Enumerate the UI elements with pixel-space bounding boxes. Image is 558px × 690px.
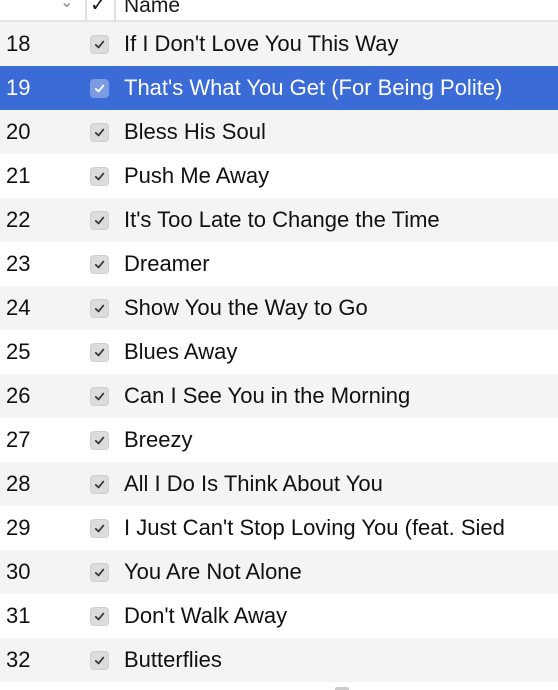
track-enabled-checkbox[interactable] [90, 343, 109, 362]
checkmark-icon [94, 568, 105, 577]
track-enabled-checkbox[interactable] [90, 519, 109, 538]
track-row[interactable]: 20 Bless His Soul [0, 110, 558, 154]
checkmark-icon [94, 392, 105, 401]
track-enabled-checkbox[interactable] [90, 255, 109, 274]
track-rows: 18 If I Don't Love You This Way 19 That'… [0, 22, 558, 682]
track-number: 20 [6, 119, 31, 144]
track-number: 26 [6, 383, 31, 408]
track-number: 27 [6, 427, 31, 452]
track-name: Bless His Soul [124, 119, 266, 144]
table-header: ⌄ ✓ Name [0, 0, 558, 22]
track-number: 29 [6, 515, 31, 540]
column-divider[interactable] [85, 0, 87, 20]
track-number: 23 [6, 251, 31, 276]
track-number: 32 [6, 647, 31, 672]
track-name: I Just Can't Stop Loving You (feat. Sied [124, 515, 505, 540]
track-enabled-checkbox[interactable] [90, 475, 109, 494]
chevron-down-icon[interactable]: ⌄ [60, 0, 76, 18]
track-name: All I Do Is Think About You [124, 471, 383, 496]
track-enabled-checkbox[interactable] [90, 387, 109, 406]
track-enabled-checkbox[interactable] [90, 651, 109, 670]
checkmark-icon [94, 128, 105, 137]
track-enabled-checkbox[interactable] [90, 167, 109, 186]
track-row[interactable]: 27 Breezy [0, 418, 558, 462]
track-row[interactable]: 19 That's What You Get (For Being Polite… [0, 66, 558, 110]
track-number: 18 [6, 31, 31, 56]
track-name: It's Too Late to Change the Time [124, 207, 440, 232]
checkmark-icon [94, 172, 105, 181]
track-number: 24 [6, 295, 31, 320]
checkmark-icon [94, 480, 105, 489]
checkmark-icon [94, 524, 105, 533]
track-name: Show You the Way to Go [124, 295, 368, 320]
track-name: Butterflies [124, 647, 222, 672]
track-name: You Are Not Alone [124, 559, 302, 584]
track-row[interactable]: 23 Dreamer [0, 242, 558, 286]
track-row[interactable]: 32 Butterflies [0, 638, 558, 682]
track-row[interactable]: 31 Don't Walk Away [0, 594, 558, 638]
track-name: That's What You Get (For Being Polite) [124, 75, 503, 100]
track-row[interactable]: 28 All I Do Is Think About You [0, 462, 558, 506]
track-row[interactable]: 18 If I Don't Love You This Way [0, 22, 558, 66]
checkmark-icon [94, 612, 105, 621]
track-row[interactable]: 21 Push Me Away [0, 154, 558, 198]
track-enabled-checkbox[interactable] [90, 79, 109, 98]
track-row[interactable]: 26 Can I See You in the Morning [0, 374, 558, 418]
track-name: Don't Walk Away [124, 603, 288, 628]
track-enabled-checkbox[interactable] [90, 123, 109, 142]
track-row[interactable]: 25 Blues Away [0, 330, 558, 374]
column-divider[interactable] [114, 0, 116, 20]
track-name: Push Me Away [124, 163, 270, 188]
track-enabled-checkbox[interactable] [90, 299, 109, 318]
checkmark-icon [94, 216, 105, 225]
track-number: 21 [6, 163, 31, 188]
track-number: 19 [6, 75, 31, 100]
track-row[interactable]: 30 You Are Not Alone [0, 550, 558, 594]
track-number: 22 [6, 207, 31, 232]
track-name: Blues Away [124, 339, 238, 364]
track-enabled-checkbox[interactable] [90, 211, 109, 230]
track-number: 31 [6, 603, 31, 628]
column-header-checked[interactable]: ✓ [90, 0, 110, 20]
checkmark-icon [94, 436, 105, 445]
checkmark-icon [94, 84, 105, 93]
checkmark-icon [94, 260, 105, 269]
track-name: Dreamer [124, 251, 210, 276]
track-enabled-checkbox[interactable] [90, 431, 109, 450]
checkmark-icon [94, 348, 105, 357]
track-name: Can I See You in the Morning [124, 383, 411, 408]
column-header-name[interactable]: Name [124, 0, 180, 20]
checkmark-icon [94, 40, 105, 49]
track-enabled-checkbox[interactable] [90, 35, 109, 54]
track-name: Breezy [124, 427, 193, 452]
track-number: 28 [6, 471, 31, 496]
track-list-table: ⌄ ✓ Name 18 If I Don't Love You This Way… [0, 0, 558, 690]
track-row[interactable]: 29 I Just Can't Stop Loving You (feat. S… [0, 506, 558, 550]
track-name: If I Don't Love You This Way [124, 31, 399, 56]
checkmark-icon [94, 656, 105, 665]
track-enabled-checkbox[interactable] [90, 607, 109, 626]
track-number: 25 [6, 339, 31, 364]
track-row[interactable]: 24 Show You the Way to Go [0, 286, 558, 330]
track-number: 30 [6, 559, 31, 584]
checkmark-icon [94, 304, 105, 313]
track-enabled-checkbox[interactable] [90, 563, 109, 582]
track-row[interactable]: 22 It's Too Late to Change the Time [0, 198, 558, 242]
